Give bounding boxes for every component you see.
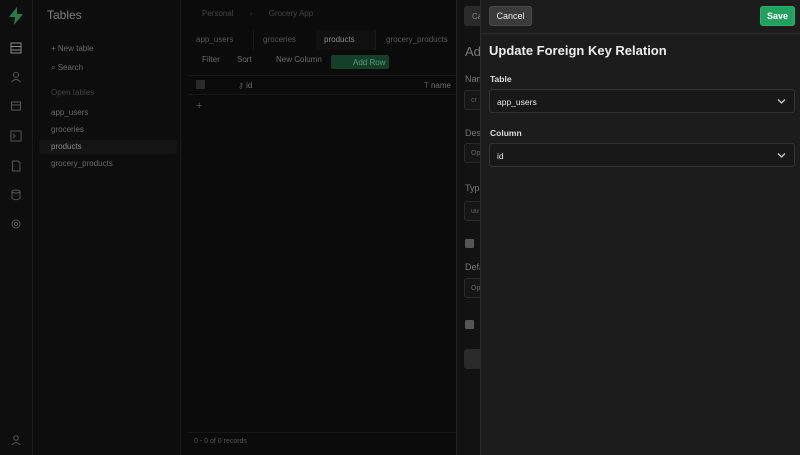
search-button[interactable]: ⌕ Search	[51, 63, 83, 73]
icon-rail	[0, 0, 33, 455]
settings-icon[interactable]	[10, 218, 22, 230]
id-column-label: id	[246, 81, 253, 90]
database-icon[interactable]	[10, 189, 22, 201]
open-tables-heading: Open tables	[51, 88, 95, 97]
grid-footer-divider	[188, 432, 457, 433]
key-icon: ⚷	[238, 81, 247, 90]
foreign-key-panel: Cancel Save Update Foreign Key Relation …	[480, 0, 800, 455]
name-column-label: name	[430, 81, 451, 90]
sql-editor-icon[interactable]	[10, 130, 22, 142]
breadcrumb: Personal › Grocery App	[202, 9, 327, 18]
new-table-label: New table	[57, 44, 94, 53]
sidebar-title: Tables	[47, 8, 82, 22]
tables-sidebar: Tables + New table ⌕ Search Open tables …	[33, 0, 181, 455]
breadcrumb-project[interactable]: Grocery App	[269, 9, 313, 18]
sidebar-item-app-users[interactable]: app_users	[51, 108, 88, 117]
column-select-value: id	[497, 151, 504, 161]
filter-button[interactable]: Filter	[202, 55, 220, 64]
save-button[interactable]: Save	[760, 6, 795, 26]
users-icon[interactable]	[10, 71, 22, 83]
tab-products[interactable]: products	[316, 30, 376, 50]
option-checkbox-2[interactable]	[465, 320, 474, 329]
table-label: Table	[490, 74, 512, 84]
panel-title: Update Foreign Key Relation	[489, 43, 667, 58]
add-row-plus-icon[interactable]: +	[196, 100, 202, 112]
tab-app-users[interactable]: app_users	[188, 30, 254, 50]
sort-button[interactable]: Sort	[237, 55, 252, 64]
column-select[interactable]: id	[489, 143, 795, 167]
chevron-down-icon	[777, 99, 786, 104]
add-row-button[interactable]: Add Row	[331, 55, 389, 69]
storage-icon[interactable]	[10, 100, 22, 112]
search-icon: ⌕	[51, 63, 58, 72]
table-editor-icon[interactable]	[10, 42, 22, 54]
grid-header	[188, 75, 457, 95]
tab-groceries[interactable]: groceries	[255, 30, 321, 50]
column-label: Column	[490, 128, 522, 138]
new-column-button[interactable]: New Column	[276, 55, 322, 64]
tab-grocery-products[interactable]: grocery_products	[378, 30, 463, 50]
records-count: 0 - 0 of 0 records	[194, 438, 247, 445]
option-checkbox[interactable]	[465, 239, 474, 248]
sidebar-item-grocery-products[interactable]: grocery_products	[51, 159, 113, 168]
table-select[interactable]: app_users	[489, 89, 795, 113]
cancel-button[interactable]: Cancel	[489, 6, 532, 26]
table-select-value: app_users	[497, 97, 537, 107]
logo-icon	[9, 7, 23, 25]
app-root: Tables + New table ⌕ Search Open tables …	[0, 0, 800, 455]
docs-icon[interactable]	[10, 160, 22, 172]
chevron-down-icon	[777, 153, 786, 158]
text-type-icon: T	[424, 81, 431, 90]
plus-icon: +	[51, 44, 58, 53]
breadcrumb-org[interactable]: Personal	[202, 9, 234, 18]
sidebar-item-groceries[interactable]: groceries	[51, 125, 84, 134]
add-row-label: Add Row	[353, 58, 386, 67]
new-table-button[interactable]: + New table	[51, 44, 93, 53]
sidebar-item-products[interactable]: products	[51, 142, 82, 151]
select-all-checkbox[interactable]	[196, 80, 205, 89]
id-column-header[interactable]: ⚷ id	[238, 81, 252, 90]
table-editor: Personal › Grocery App app_users groceri…	[182, 0, 463, 455]
breadcrumb-separator: ›	[249, 9, 253, 18]
name-column-header[interactable]: T name	[424, 81, 451, 90]
search-label: Search	[57, 63, 84, 72]
profile-icon[interactable]	[10, 434, 22, 446]
